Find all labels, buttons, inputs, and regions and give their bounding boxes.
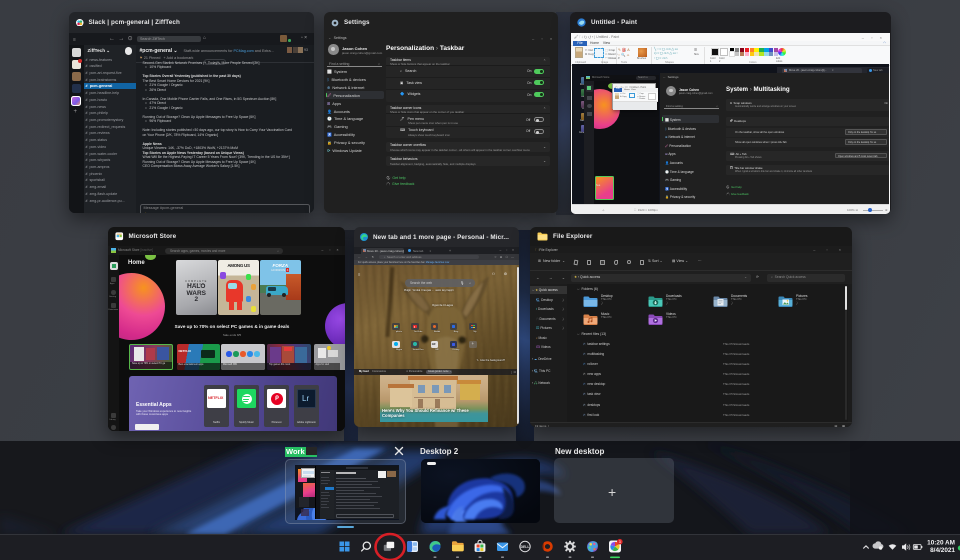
svg-text:DELL: DELL (521, 545, 530, 549)
svg-text:3: 3 (619, 540, 621, 544)
